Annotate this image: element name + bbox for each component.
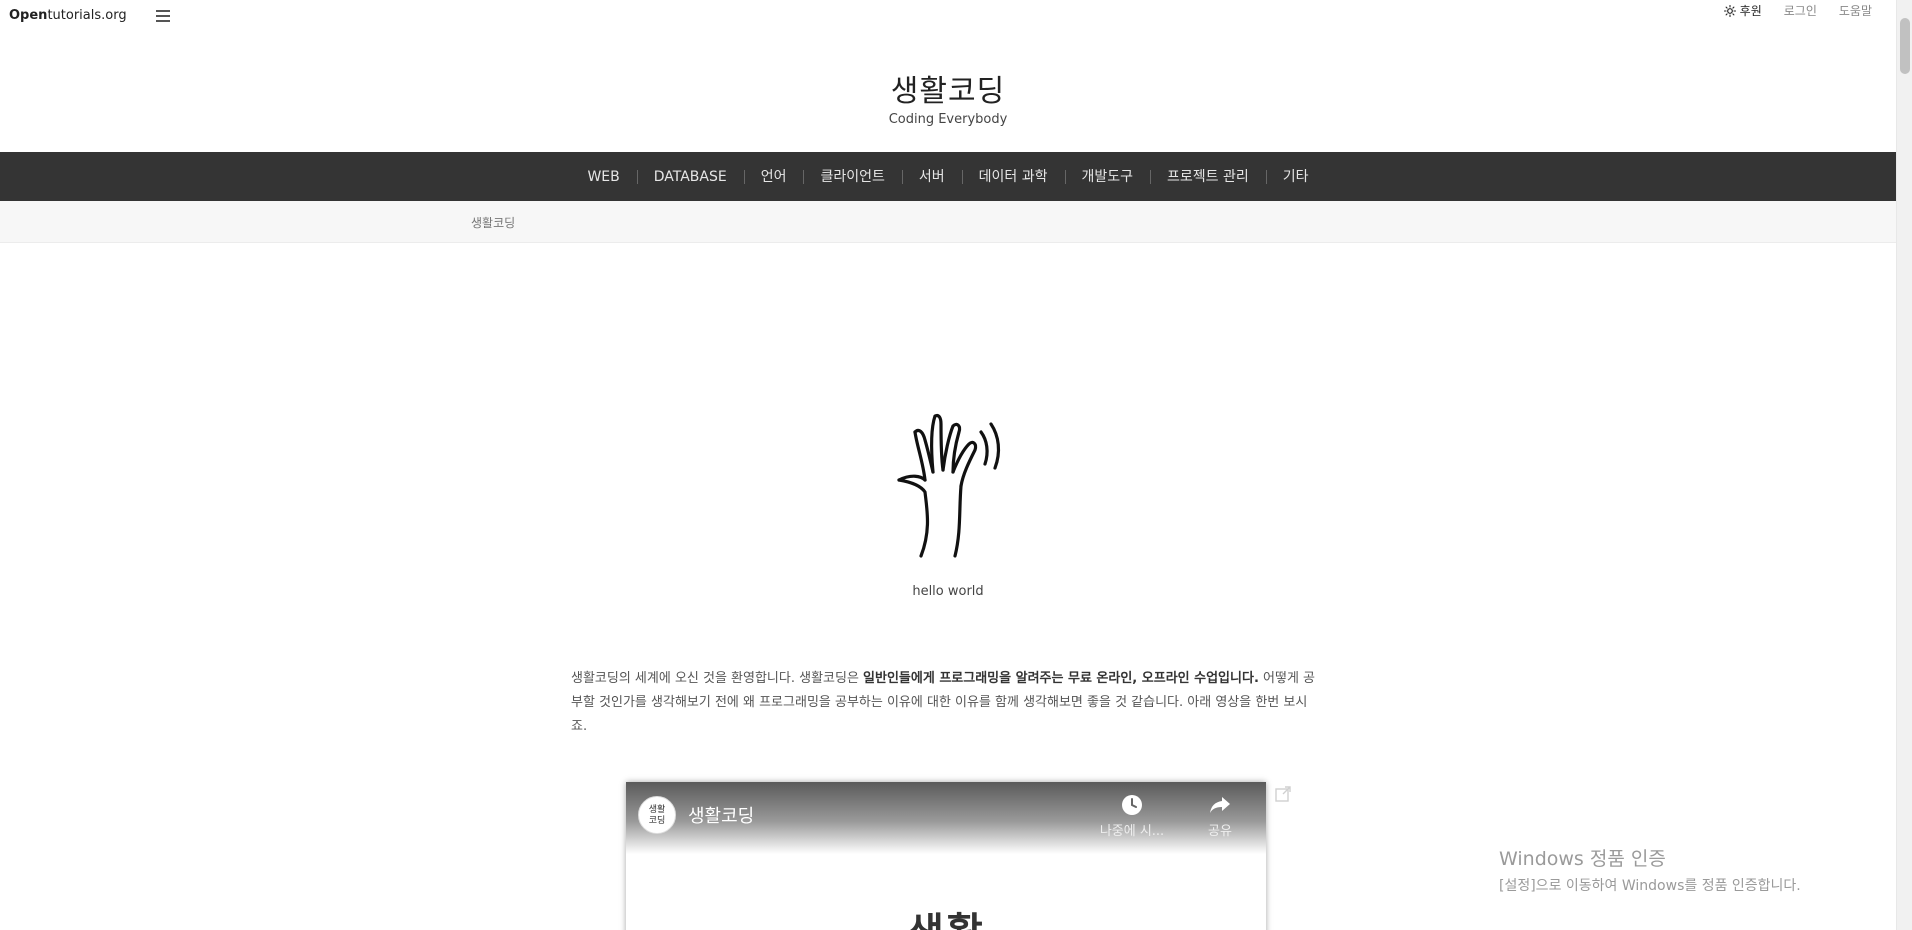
share-label: 공유 — [1208, 824, 1232, 839]
intro-paragraph: 생활코딩의 세계에 오신 것을 환영합니다. 생활코딩은 일반인들에게 프로그래… — [571, 667, 1316, 739]
intro-bold-text: 일반인들에게 프로그래밍을 알려주는 무료 온라인, 오프라인 수업입니다. — [863, 671, 1259, 686]
nav-item-web[interactable]: WEB — [570, 167, 636, 187]
login-link[interactable]: 로그인 — [1784, 2, 1817, 19]
watch-later-button[interactable]: 나중에 시... — [1092, 794, 1172, 839]
watermark-subtitle: [설정]으로 이동하여 Windows를 정품 인증합니다. — [1499, 878, 1801, 894]
video-title[interactable]: 생활코딩 — [688, 802, 754, 828]
donate-label: 후원 — [1739, 4, 1762, 18]
menu-icon[interactable] — [156, 10, 170, 22]
page: Opentutorials.org 후원 로그인 도움말 생활코딩 Coding… — [0, 0, 1912, 930]
brand-bold-text: Open — [9, 8, 48, 23]
breadcrumb: 생활코딩 — [0, 201, 1896, 243]
site-title[interactable]: 생활코딩 — [0, 66, 1896, 110]
nav-item-database[interactable]: DATABASE — [636, 167, 744, 187]
channel-avatar[interactable]: 생활 코딩 — [638, 796, 676, 834]
nav-item-data-science[interactable]: 데이터 과학 — [961, 167, 1065, 187]
clock-icon — [1122, 795, 1142, 815]
intro-text-1: 생활코딩의 세계에 오신 것을 환영합니다. 생활코딩은 — [571, 671, 864, 686]
brand-logo-link[interactable]: Opentutorials.org — [9, 8, 127, 23]
nav-item-language[interactable]: 언어 — [743, 167, 804, 187]
scrollbar-thumb[interactable] — [1900, 18, 1910, 74]
windows-activation-watermark: Windows 정품 인증 [설정]으로 이동하여 Windows를 정품 인증… — [1499, 844, 1801, 895]
hero-caption: hello world — [912, 584, 984, 599]
waving-hand-icon — [897, 413, 1001, 558]
nav-item-server[interactable]: 서버 — [901, 167, 962, 187]
breadcrumb-item[interactable]: 생활코딩 — [471, 214, 515, 231]
site-subtitle: Coding Everybody — [888, 112, 1008, 127]
video-thumbnail-text: 생활 — [626, 900, 1266, 930]
watch-later-label: 나중에 시... — [1099, 824, 1165, 839]
sun-icon — [1723, 4, 1736, 17]
nav-item-dev-tools[interactable]: 개발도구 — [1064, 167, 1151, 187]
nav-item-client[interactable]: 클라이언트 — [803, 167, 901, 187]
brand-rest-text: tutorials.org — [47, 8, 127, 23]
share-icon — [1210, 797, 1230, 813]
watermark-title: Windows 정품 인증 — [1499, 848, 1666, 870]
share-button[interactable]: 공유 — [1180, 794, 1260, 839]
vertical-scrollbar[interactable] — [1896, 0, 1912, 930]
top-bar: Opentutorials.org 후원 로그인 도움말 — [0, 0, 1896, 34]
video-embed[interactable]: 생활 코딩 생활코딩 나중에 시... 공유 생활 — [626, 782, 1266, 930]
top-links: 후원 로그인 도움말 — [1702, 2, 1872, 19]
help-link[interactable]: 도움말 — [1839, 2, 1872, 19]
external-link-icon[interactable] — [1274, 785, 1292, 803]
donate-link[interactable]: 후원 — [1723, 2, 1762, 19]
nav-item-etc[interactable]: 기타 — [1265, 167, 1326, 187]
site-header: 생활코딩 Coding Everybody — [0, 34, 1896, 152]
nav-item-project-management[interactable]: 프로젝트 관리 — [1150, 167, 1266, 187]
main-nav: WEB DATABASE 언어 클라이언트 서버 데이터 과학 개발도구 프로젝… — [0, 152, 1896, 201]
